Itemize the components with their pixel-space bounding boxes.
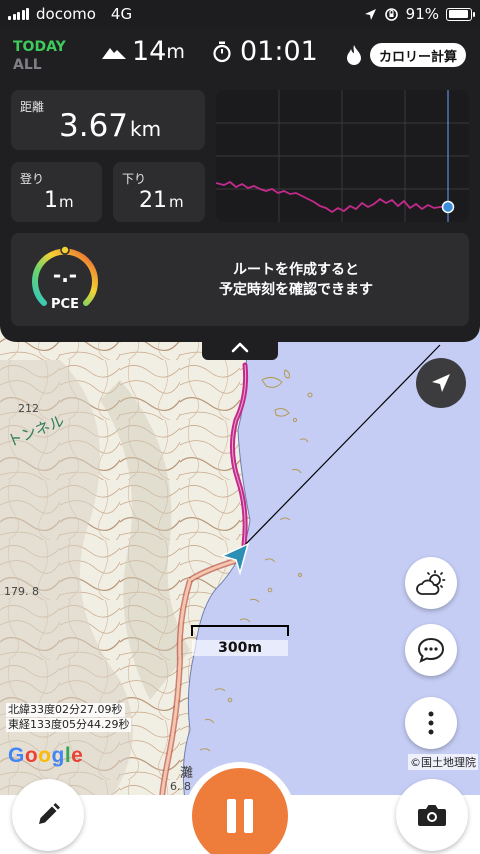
ascent-unit: m: [59, 193, 74, 211]
activity-panel: TODAY ALL 14 m 01:01 カロリー計算 距離 3.67 km 登…: [0, 28, 480, 342]
elapsed-time: 01:01: [240, 36, 318, 67]
network-type: 4G: [110, 5, 133, 23]
current-location-button[interactable]: [416, 358, 466, 408]
scope-all[interactable]: ALL: [13, 56, 66, 74]
weather-button[interactable]: [405, 557, 457, 609]
elevation-profile-graph: [216, 90, 469, 222]
stopwatch-icon: [213, 41, 231, 62]
signal-strength-icon: [8, 8, 29, 20]
location-services-icon: [364, 8, 376, 20]
pause-icon: [227, 799, 253, 833]
scale-bar-label: 300m: [192, 640, 288, 656]
chevron-up-icon: [231, 342, 249, 353]
calorie-calculation-button[interactable]: カロリー計算: [370, 43, 466, 67]
partly-cloudy-icon: [416, 570, 446, 595]
elevation-profile-chart[interactable]: [216, 90, 469, 222]
rotation-lock-icon: [384, 7, 398, 21]
chat-bubble-icon: [417, 637, 445, 663]
navigation-arrow-icon: [432, 374, 450, 392]
spot-height-label: 6. 8: [170, 780, 191, 793]
battery-percentage: 91%: [405, 5, 439, 23]
more-options-button[interactable]: [405, 697, 457, 749]
spot-height-label: 179. 8: [4, 585, 39, 598]
latitude-readout: 北緯33度02分27.09秒: [6, 703, 125, 717]
route-message-line: 予定時刻を確認できます: [219, 282, 373, 298]
elevation-unit: m: [166, 40, 185, 63]
pause-recording-button[interactable]: [192, 768, 288, 854]
descent-unit: m: [169, 193, 184, 211]
place-name-label: 灘: [180, 766, 194, 781]
timer-metric: 01:01: [212, 36, 318, 67]
carrier-name: docomo: [36, 5, 96, 23]
status-bar: docomo 4G 91%: [0, 0, 480, 28]
scope-today[interactable]: TODAY: [13, 38, 66, 56]
descent-label: 下り: [122, 172, 147, 186]
descent-value: 21: [139, 188, 167, 213]
route-message: ルートを作成すると 予定時刻を確認できます: [151, 260, 441, 300]
ascent-label: 登り: [20, 172, 45, 186]
elevation-value: 14: [132, 36, 167, 67]
distance-label: 距離: [20, 100, 45, 114]
route-plan-card[interactable]: -.- PCE ルートを作成すると 予定時刻を確認できます: [11, 233, 469, 326]
ascent-card: 登り 1 m: [11, 162, 102, 222]
longitude-readout: 東経133度05分44.29秒: [6, 718, 132, 732]
map-attribution: ©国土地理院: [408, 754, 478, 770]
spot-height-label: 212: [18, 402, 39, 415]
chat-button[interactable]: [405, 624, 457, 676]
panel-collapse-handle[interactable]: [202, 334, 278, 360]
camera-button[interactable]: [396, 779, 468, 851]
elevation-metric: 14 m: [102, 36, 185, 67]
edit-button[interactable]: [12, 779, 84, 851]
pencil-icon: [39, 803, 60, 824]
battery-icon: [446, 7, 475, 21]
camera-icon: [418, 805, 446, 826]
mountain-icon: [102, 47, 126, 59]
descent-card: 下り 21 m: [113, 162, 205, 222]
google-logo: Google: [8, 744, 84, 767]
more-vertical-icon: [428, 711, 434, 735]
pce-value: -.-: [52, 263, 78, 287]
distance-value: 3.67: [59, 108, 129, 144]
distance-unit: km: [130, 117, 162, 141]
distance-card: 距離 3.67 km: [11, 90, 205, 150]
pce-label: PCE: [51, 297, 79, 312]
ascent-value: 1: [44, 188, 58, 213]
flame-icon: [347, 45, 361, 65]
route-message-line: ルートを作成すると: [233, 262, 359, 278]
scope-toggle[interactable]: TODAY ALL: [13, 38, 66, 74]
